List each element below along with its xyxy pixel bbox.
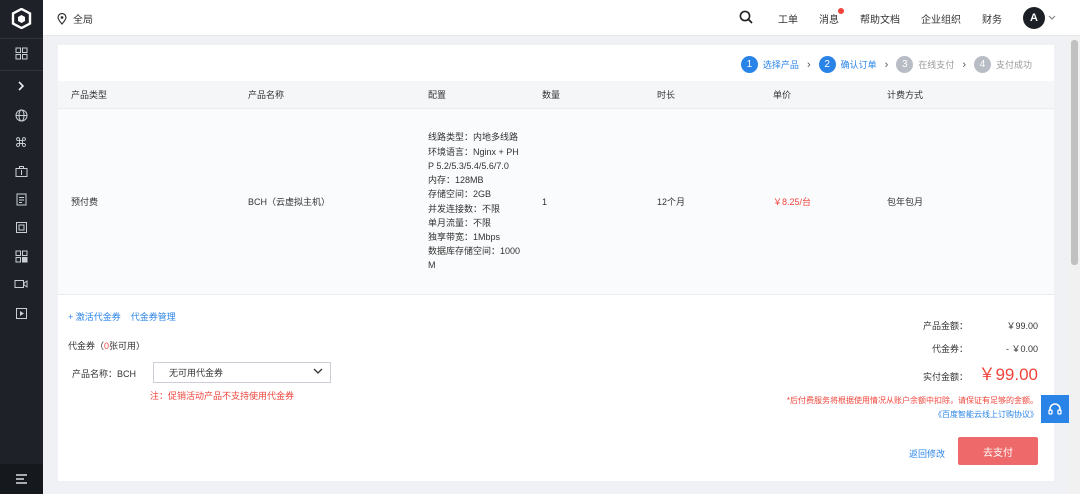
step-number: 1 bbox=[740, 56, 758, 73]
video-icon[interactable] bbox=[13, 276, 29, 292]
headset-icon[interactable] bbox=[1041, 395, 1069, 423]
top-bar: 全局 工单 消息 帮助文档 企业组织 财务 A bbox=[43, 0, 1080, 36]
table-row: 预付费 BCH（云虚拟主机） 线路类型：内地多线路 环境语言：Nginx + P… bbox=[58, 109, 1054, 295]
coupon-select-value: 无可用代金券 bbox=[169, 368, 224, 378]
header-unit-price: 单价 bbox=[773, 90, 792, 100]
config-item: 数据库存储空间：1000M bbox=[428, 246, 521, 271]
nav-organization[interactable]: 企业组织 bbox=[921, 11, 961, 26]
summary-coupon: 代金券： - ￥0.00 bbox=[868, 342, 1038, 355]
chip-icon[interactable] bbox=[13, 219, 29, 235]
chevron-down-icon bbox=[313, 367, 323, 377]
cell-product-type: 预付费 bbox=[71, 197, 99, 207]
step-online-payment: 3 在线支付 bbox=[896, 56, 954, 73]
step-label: 支付成功 bbox=[995, 60, 1032, 70]
cell-billing: 包年包月 bbox=[887, 197, 924, 207]
left-sidebar: ⌘ bbox=[0, 0, 43, 494]
globe-icon[interactable] bbox=[13, 107, 29, 123]
order-steps: 1 选择产品 › 2 确认订单 › 3 在线支付 › 4 支付成功 bbox=[740, 56, 1032, 73]
config-item: 环境语言：Nginx + PHP 5.2/5.3/5.4/5.6/7.0 bbox=[428, 146, 519, 171]
step-confirm-order: 2 确认订单 bbox=[818, 56, 877, 73]
cell-unit-price: ￥8.25/台 bbox=[773, 197, 812, 207]
top-nav: 工单 消息 帮助文档 企业组织 财务 A bbox=[739, 0, 1056, 36]
summary-paid: 实付金额： ￥99.00 bbox=[868, 360, 1038, 385]
cell-product-name: BCH（云虚拟主机） bbox=[248, 197, 331, 207]
summary-value: - ￥0.00 bbox=[1005, 344, 1038, 354]
config-item: 独享带宽：1Mbps bbox=[428, 231, 501, 242]
step-label: 在线支付 bbox=[918, 60, 955, 70]
summary-total-value: ￥99.00 bbox=[978, 365, 1038, 384]
chevron-right-icon: › bbox=[806, 58, 811, 71]
cell-config: 线路类型：内地多线路 环境语言：Nginx + PHP 5.2/5.3/5.4/… bbox=[415, 130, 529, 272]
step-payment-success: 4 支付成功 bbox=[973, 56, 1032, 73]
step-label: 选择产品 bbox=[762, 60, 799, 70]
summary-label: 产品金额： bbox=[922, 321, 968, 331]
briefcase-icon[interactable] bbox=[13, 163, 29, 179]
coupon-title-suffix: 张可用） bbox=[109, 341, 146, 351]
agreement-link[interactable]: 《百度智能云线上订购协议》 bbox=[934, 409, 1038, 420]
coupon-title: 代金券（0张可用） bbox=[68, 339, 145, 352]
back-edit-link[interactable]: 返回修改 bbox=[909, 447, 945, 460]
order-table: 产品类型 产品名称 配置 数量 时长 单价 计费方式 预付费 BCH（云虚拟主机… bbox=[58, 81, 1054, 295]
manage-coupon-link[interactable]: 代金券管理 bbox=[131, 310, 176, 323]
region-selector[interactable]: 全局 bbox=[57, 11, 93, 26]
apps-icon[interactable] bbox=[13, 248, 29, 264]
summary-value: ￥99.00 bbox=[1006, 321, 1038, 331]
step-number: 2 bbox=[818, 56, 836, 73]
nav-messages-label: 消息 bbox=[819, 14, 839, 26]
config-item: 存储空间：2GB bbox=[428, 189, 492, 200]
header-config: 配置 bbox=[428, 90, 447, 100]
grid-icon[interactable] bbox=[13, 45, 29, 61]
scrollbar[interactable] bbox=[1069, 36, 1080, 494]
coupon-product-label: 产品名称：BCH bbox=[72, 369, 137, 379]
logo-icon[interactable] bbox=[11, 8, 32, 29]
config-item: 内存：128MB bbox=[428, 175, 484, 186]
cell-duration: 12个月 bbox=[657, 197, 686, 207]
step-label: 确认订单 bbox=[840, 60, 877, 70]
chevron-down-icon[interactable] bbox=[1048, 13, 1056, 23]
activate-coupon-link[interactable]: + 激活代金券 bbox=[68, 310, 121, 323]
config-item: 并发连接数：不限 bbox=[428, 203, 501, 214]
coupon-note: 注：促销活动产品不支持使用代金券 bbox=[150, 391, 295, 401]
header-billing: 计费方式 bbox=[887, 90, 924, 100]
search-icon[interactable] bbox=[739, 10, 753, 26]
step-number: 3 bbox=[896, 56, 914, 73]
config-item: 线路类型：内地多线路 bbox=[428, 132, 519, 143]
summary-label: 实付金额： bbox=[922, 372, 968, 382]
coupon-title-prefix: 代金券（ bbox=[68, 341, 105, 351]
region-label: 全局 bbox=[73, 15, 93, 26]
config-list: 线路类型：内地多线路 环境语言：Nginx + PHP 5.2/5.3/5.4/… bbox=[428, 130, 524, 272]
chevron-right-icon: › bbox=[884, 58, 889, 71]
location-pin-icon bbox=[57, 12, 67, 25]
summary-label: 代金券： bbox=[931, 344, 968, 354]
command-icon[interactable]: ⌘ bbox=[13, 135, 29, 151]
nav-messages[interactable]: 消息 bbox=[819, 7, 844, 26]
menu-icon[interactable] bbox=[13, 471, 29, 487]
step-number: 4 bbox=[973, 56, 991, 73]
header-product-type: 产品类型 bbox=[71, 90, 108, 100]
chevron-right-icon[interactable] bbox=[13, 78, 29, 94]
scrollbar-thumb[interactable] bbox=[1071, 40, 1078, 265]
play-icon[interactable] bbox=[13, 305, 29, 321]
billing-disclaimer: *后付费服务将根据使用情况从账户余额中扣除，请保证有足够的金额。 bbox=[786, 396, 1038, 405]
header-duration: 时长 bbox=[657, 90, 676, 100]
step-select-product: 1 选择产品 bbox=[740, 56, 799, 73]
nav-ticket[interactable]: 工单 bbox=[778, 11, 798, 26]
chevron-right-icon: › bbox=[962, 58, 966, 71]
document-icon[interactable] bbox=[13, 191, 29, 207]
coupon-select[interactable]: 无可用代金券 bbox=[153, 362, 331, 383]
avatar[interactable]: A bbox=[1023, 7, 1045, 29]
config-item: 单月流量：不限 bbox=[428, 217, 492, 228]
nav-finance[interactable]: 财务 bbox=[982, 11, 1002, 26]
summary-product-amount: 产品金额： ￥99.00 bbox=[868, 319, 1038, 332]
nav-help-docs[interactable]: 帮助文档 bbox=[860, 11, 900, 26]
header-quantity: 数量 bbox=[542, 90, 561, 100]
notification-dot bbox=[838, 7, 844, 14]
header-product-name: 产品名称 bbox=[248, 90, 285, 100]
order-card: 1 选择产品 › 2 确认订单 › 3 在线支付 › 4 支付成功 产品类型 产… bbox=[58, 45, 1054, 481]
pay-button[interactable]: 去支付 bbox=[958, 437, 1038, 465]
cell-quantity: 1 bbox=[542, 196, 548, 207]
coupon-links: + 激活代金券 代金券管理 bbox=[68, 310, 176, 323]
sidebar-footer bbox=[0, 464, 43, 494]
table-header: 产品类型 产品名称 配置 数量 时长 单价 计费方式 bbox=[58, 81, 1054, 109]
